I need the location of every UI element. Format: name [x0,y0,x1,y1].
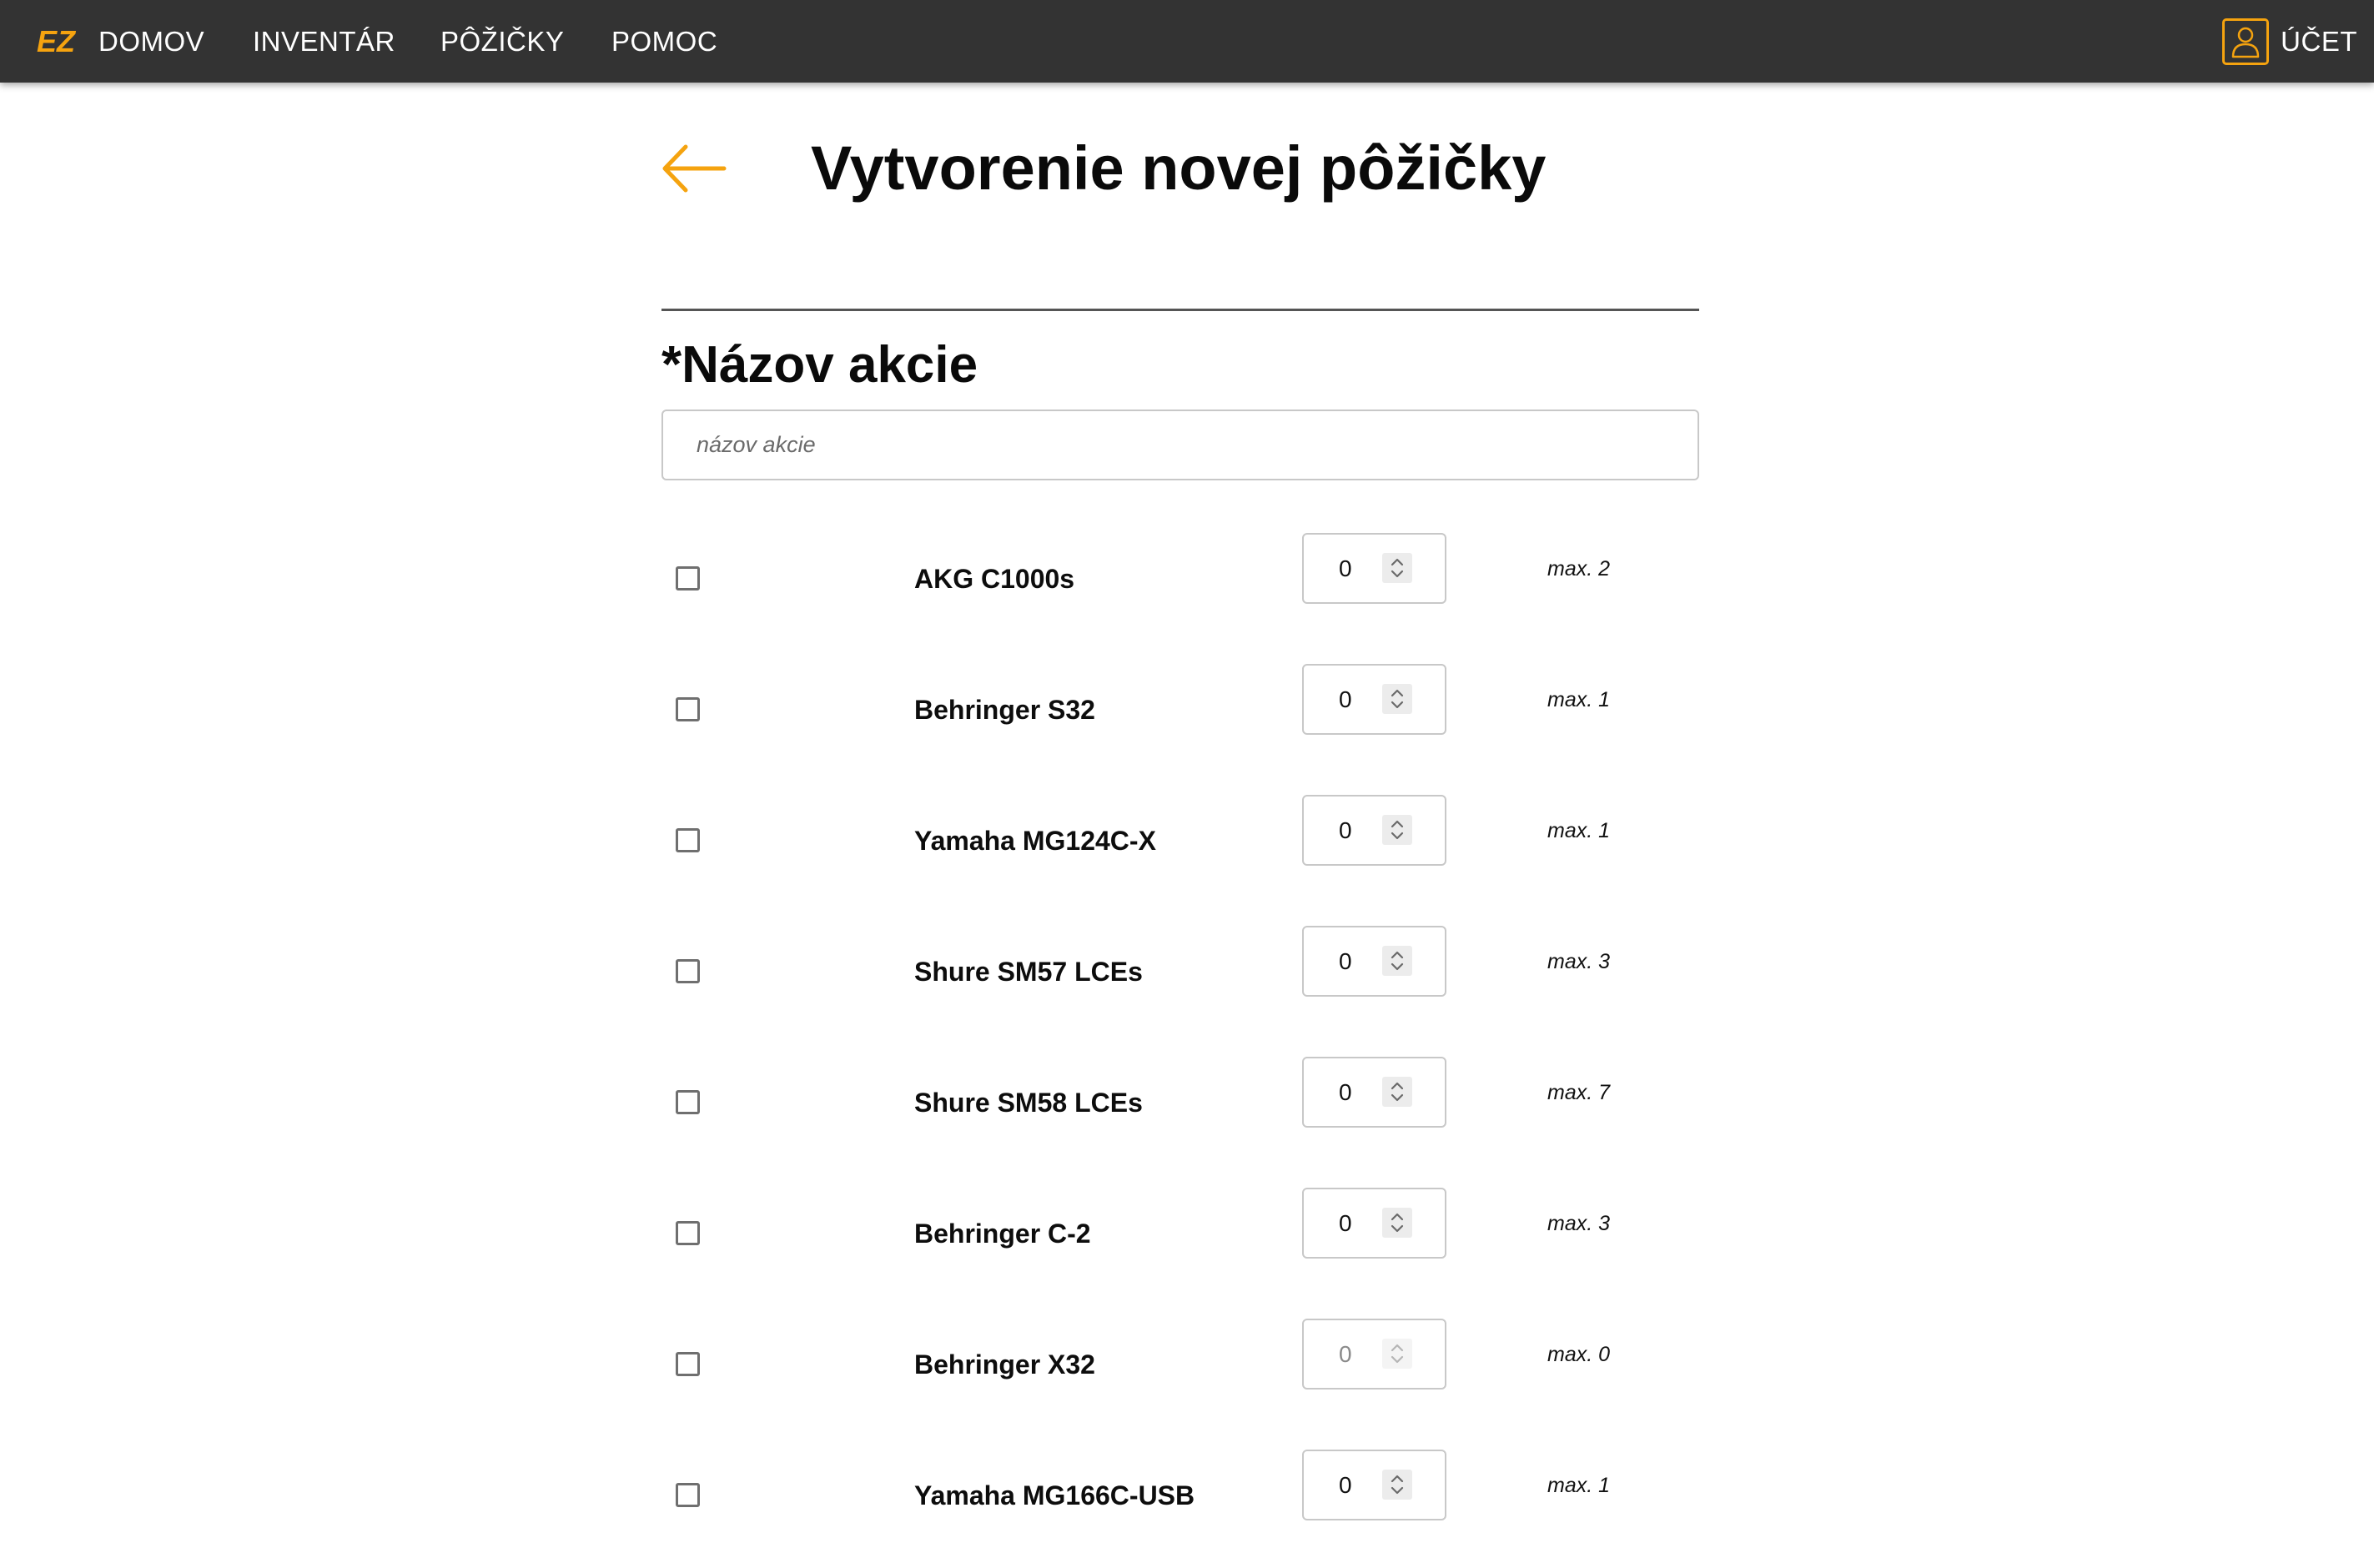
item-max-quantity: max. 1 [1547,1474,1611,1497]
quantity-stepper[interactable]: 0 [1302,664,1446,735]
item-max-quantity: max. 0 [1547,1343,1611,1366]
quantity-value: 0 [1339,1341,1352,1367]
item-row: Behringer C-2 0 max. 3 [661,1175,1699,1306]
nav-link-inventar[interactable]: INVENTÁR [253,25,395,58]
quantity-value: 0 [1339,948,1352,974]
section-divider [661,309,1699,311]
item-checkbox[interactable] [676,1352,700,1376]
quantity-value: 0 [1339,817,1352,843]
quantity-value: 0 [1339,1079,1352,1105]
quantity-stepper: 0 [1302,1319,1446,1390]
quantity-stepper[interactable]: 0 [1302,1188,1446,1259]
item-row: Behringer S32 0 max. 1 [661,651,1699,782]
account-label: ÚČET [2281,26,2357,57]
spinner-arrows-icon[interactable] [1382,1470,1412,1500]
quantity-stepper[interactable]: 0 [1302,533,1446,604]
item-row: AKG C1000s 0 max. 2 [661,520,1699,651]
item-max-quantity: max. 1 [1547,819,1611,842]
item-row: Behringer X32 0 max. 0 [661,1306,1699,1437]
item-name: Behringer C-2 [914,1219,1091,1249]
item-max-quantity: max. 3 [1547,950,1611,973]
event-name-label: *Názov akcie [661,336,978,394]
item-row: Shure SM58 LCEs 0 max. 7 [661,1044,1699,1175]
spinner-arrows-icon[interactable] [1382,1208,1412,1238]
event-name-input[interactable] [661,410,1699,480]
back-button[interactable] [661,142,727,195]
top-navbar: EZ DOMOV INVENTÁR PÔŽIČKY POMOC ÚČET [0,0,2374,83]
item-name: AKG C1000s [914,564,1075,594]
item-checkbox[interactable] [676,1483,700,1507]
item-list: AKG C1000s 0 max. 2 Behringer S32 0 max.… [661,520,1699,1568]
item-checkbox[interactable] [676,959,700,983]
logo-text: EZ [37,25,77,57]
item-max-quantity: max. 2 [1547,557,1611,580]
item-max-quantity: max. 3 [1547,1212,1611,1235]
nav-link-pozicky[interactable]: PÔŽIČKY [440,25,564,58]
page-title: Vytvorenie novej pôžičky [811,133,1547,203]
quantity-stepper[interactable]: 0 [1302,1450,1446,1520]
arrow-left-icon [662,144,727,193]
nav-link-domov[interactable]: DOMOV [98,25,204,58]
item-row: Yamaha MG124C-X 0 max. 1 [661,782,1699,913]
item-checkbox[interactable] [676,697,700,721]
item-row: Shure SM57 LCEs 0 max. 3 [661,913,1699,1044]
account-button[interactable]: ÚČET [2222,17,2357,67]
item-checkbox[interactable] [676,828,700,852]
item-name: Yamaha MG166C-USB [914,1480,1195,1510]
ez-logo[interactable]: EZ [37,25,85,57]
item-name: Behringer S32 [914,695,1095,725]
item-max-quantity: max. 1 [1547,688,1611,711]
item-checkbox[interactable] [676,1090,700,1114]
spinner-arrows-icon[interactable] [1382,684,1412,714]
quantity-stepper[interactable]: 0 [1302,1057,1446,1128]
nav-link-pomoc[interactable]: POMOC [611,25,717,58]
spinner-arrows-icon [1382,1339,1412,1369]
spinner-arrows-icon[interactable] [1382,553,1412,583]
quantity-value: 0 [1339,1210,1352,1236]
item-name: Shure SM58 LCEs [914,1088,1143,1118]
quantity-value: 0 [1339,555,1352,581]
quantity-stepper[interactable]: 0 [1302,926,1446,997]
item-max-quantity: max. 7 [1547,1081,1611,1104]
user-icon [2222,18,2270,65]
quantity-value: 0 [1339,686,1352,712]
spinner-arrows-icon[interactable] [1382,946,1412,976]
quantity-value: 0 [1339,1472,1352,1498]
spinner-arrows-icon[interactable] [1382,1077,1412,1107]
item-name: Yamaha MG124C-X [914,826,1156,856]
item-checkbox[interactable] [676,566,700,591]
quantity-stepper[interactable]: 0 [1302,795,1446,866]
spinner-arrows-icon[interactable] [1382,815,1412,845]
item-name: Shure SM57 LCEs [914,957,1143,987]
item-row: Yamaha MG166C-USB 0 max. 1 [661,1437,1699,1568]
item-checkbox[interactable] [676,1221,700,1245]
item-name: Behringer X32 [914,1349,1095,1380]
